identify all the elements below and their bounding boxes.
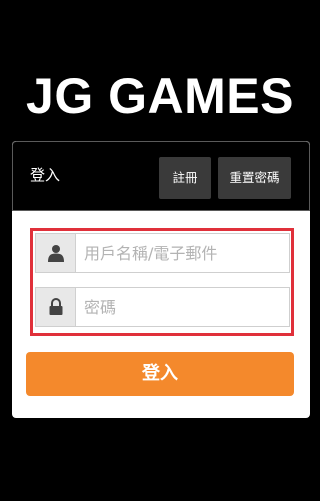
login-button[interactable]: 登入	[26, 352, 294, 396]
login-card: 登入 註冊 重置密碼 用戶名稱/電子郵件 登入	[12, 141, 310, 418]
username-field[interactable]	[35, 233, 290, 273]
lock-icon	[36, 288, 76, 326]
username-input[interactable]	[84, 234, 284, 272]
app-logo: JG GAMES	[26, 68, 294, 124]
reset-password-button[interactable]: 重置密碼	[218, 157, 291, 199]
password-input[interactable]	[84, 288, 284, 326]
register-button[interactable]: 註冊	[159, 157, 211, 199]
card-header: 登入 註冊 重置密碼	[12, 141, 310, 211]
user-icon	[36, 234, 76, 272]
credentials-group	[30, 228, 294, 336]
login-page: JG GAMES 登入 註冊 重置密碼 用戶名稱/電子郵件 登入	[0, 0, 320, 501]
login-title: 登入	[30, 166, 61, 184]
password-field[interactable]	[35, 287, 290, 327]
